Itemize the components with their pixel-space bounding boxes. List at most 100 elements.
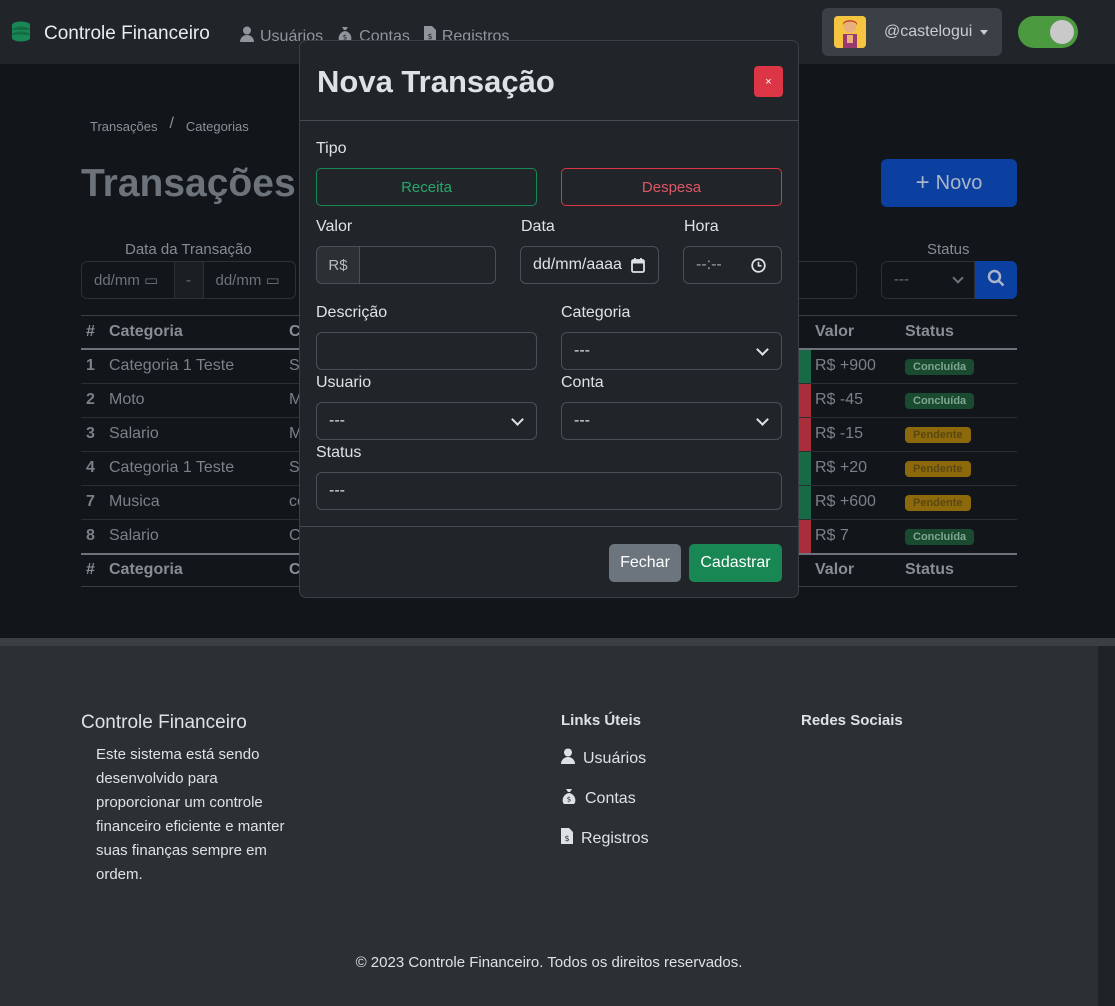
conta-select[interactable]: --- bbox=[561, 402, 782, 440]
theme-toggle[interactable] bbox=[1018, 16, 1078, 48]
clock-icon bbox=[751, 258, 766, 278]
usuario-select[interactable]: --- bbox=[316, 402, 537, 440]
money-bag-icon: $ bbox=[561, 788, 577, 809]
avatar bbox=[834, 16, 866, 48]
row-status: Pendente bbox=[905, 417, 1017, 452]
footer-id: # bbox=[81, 552, 109, 587]
breadcrumb-separator: / bbox=[169, 115, 174, 132]
categoria-label: Categoria bbox=[561, 304, 631, 321]
despesa-indicator bbox=[797, 383, 811, 417]
hora-input[interactable]: --:-- bbox=[683, 246, 782, 284]
brand-name: Controle Financeiro bbox=[44, 23, 210, 44]
modal-header: Nova Transação × bbox=[300, 41, 798, 121]
text-filter-input[interactable] bbox=[790, 261, 857, 299]
calendar-icon bbox=[631, 258, 645, 278]
row-status: Pendente bbox=[905, 485, 1017, 520]
usuario-label: Usuario bbox=[316, 374, 372, 391]
row-id: 8 bbox=[81, 519, 109, 554]
footer-divider bbox=[0, 638, 1115, 646]
chevron-down-icon bbox=[756, 343, 769, 356]
cadastrar-button[interactable]: Cadastrar bbox=[689, 544, 782, 582]
coins-icon bbox=[10, 20, 32, 48]
footer-link-registros[interactable]: $ Registros bbox=[561, 828, 649, 849]
status-label: Status bbox=[316, 444, 362, 461]
breadcrumb-item-categorias[interactable]: Categorias bbox=[186, 119, 249, 134]
close-button[interactable]: × bbox=[754, 66, 783, 97]
modal-title: Nova Transação bbox=[317, 64, 555, 99]
footer-link-label: Usuários bbox=[583, 749, 647, 767]
status-badge: Concluída bbox=[905, 359, 975, 375]
footer-title: Controle Financeiro bbox=[81, 712, 247, 733]
search-icon bbox=[987, 269, 1005, 292]
new-transaction-button[interactable]: + Novo bbox=[881, 159, 1017, 207]
scrollbar-track[interactable] bbox=[1098, 646, 1115, 1006]
row-status: Pendente bbox=[905, 451, 1017, 486]
status-filter-value: --- bbox=[894, 271, 909, 288]
status-filter-select[interactable]: --- bbox=[881, 261, 975, 299]
header-categoria: Categoria bbox=[109, 315, 289, 350]
descricao-input[interactable] bbox=[316, 332, 537, 370]
status-filter-label: Status bbox=[927, 241, 970, 258]
valor-input[interactable] bbox=[359, 246, 496, 284]
row-categoria: Categoria 1 Teste bbox=[109, 451, 289, 486]
date-range-separator: - bbox=[173, 262, 204, 298]
row-categoria: Musica bbox=[109, 485, 289, 520]
row-type-flag bbox=[797, 519, 811, 554]
despesa-button[interactable]: Despesa bbox=[561, 168, 782, 206]
footer: Controle Financeiro Este sistema está se… bbox=[0, 646, 1098, 1006]
chevron-down-icon bbox=[511, 413, 524, 426]
status-value: --- bbox=[329, 482, 345, 499]
receita-indicator bbox=[797, 451, 811, 485]
hora-placeholder: --:-- bbox=[696, 256, 722, 273]
status-select[interactable]: --- bbox=[316, 472, 782, 510]
status-badge: Pendente bbox=[905, 427, 971, 443]
date-to-input[interactable]: dd/mm ▭ bbox=[204, 271, 296, 289]
row-id: 2 bbox=[81, 383, 109, 418]
conta-value: --- bbox=[574, 412, 590, 429]
username: @castelogui bbox=[884, 23, 973, 40]
date-from-input[interactable]: dd/mm ▭ bbox=[82, 271, 174, 289]
brand[interactable]: Controle Financeiro bbox=[10, 20, 210, 48]
search-button[interactable] bbox=[975, 261, 1017, 299]
usuario-value: --- bbox=[329, 412, 345, 429]
despesa-indicator bbox=[797, 519, 811, 553]
data-label: Data bbox=[521, 218, 555, 235]
plus-icon: + bbox=[915, 169, 930, 196]
chevron-down-icon bbox=[756, 413, 769, 426]
descricao-label: Descrição bbox=[316, 304, 388, 321]
receita-indicator bbox=[797, 485, 811, 519]
file-invoice-icon: $ bbox=[561, 828, 573, 849]
date-from-placeholder: dd/mm bbox=[94, 272, 140, 289]
footer-link-contas[interactable]: $ Contas bbox=[561, 788, 636, 809]
user-icon bbox=[240, 26, 254, 47]
row-id: 1 bbox=[81, 348, 109, 384]
footer-link-usuarios[interactable]: Usuários bbox=[561, 748, 646, 769]
links-title: Links Úteis bbox=[561, 712, 642, 729]
calendar-icon: ▭ bbox=[144, 272, 159, 289]
row-type-flag bbox=[797, 383, 811, 418]
footer-flag bbox=[797, 552, 811, 587]
tipo-label: Tipo bbox=[316, 140, 347, 157]
valor-label: Valor bbox=[316, 218, 353, 235]
data-input[interactable]: dd/mm/aaaa bbox=[520, 246, 659, 284]
fechar-button[interactable]: Fechar bbox=[609, 544, 681, 582]
row-id: 7 bbox=[81, 485, 109, 520]
row-valor: R$ -15 bbox=[811, 417, 905, 452]
toggle-knob bbox=[1050, 20, 1074, 44]
footer-categoria: Categoria bbox=[109, 552, 289, 587]
row-valor: R$ -45 bbox=[811, 383, 905, 418]
despesa-indicator bbox=[797, 417, 811, 451]
row-type-flag bbox=[797, 417, 811, 452]
receita-button[interactable]: Receita bbox=[316, 168, 537, 206]
header-id: # bbox=[81, 315, 109, 350]
currency-prefix: R$ bbox=[316, 246, 360, 284]
user-dropdown[interactable]: @castelogui bbox=[822, 8, 1002, 56]
row-categoria: Moto bbox=[109, 383, 289, 418]
svg-text:$: $ bbox=[567, 796, 571, 804]
receita-indicator bbox=[797, 349, 811, 383]
user-icon bbox=[561, 748, 575, 769]
social-title: Redes Sociais bbox=[801, 712, 903, 729]
categoria-select[interactable]: --- bbox=[561, 332, 782, 370]
status-badge: Concluída bbox=[905, 529, 975, 545]
breadcrumb-item-transacoes[interactable]: Transações bbox=[90, 119, 157, 134]
